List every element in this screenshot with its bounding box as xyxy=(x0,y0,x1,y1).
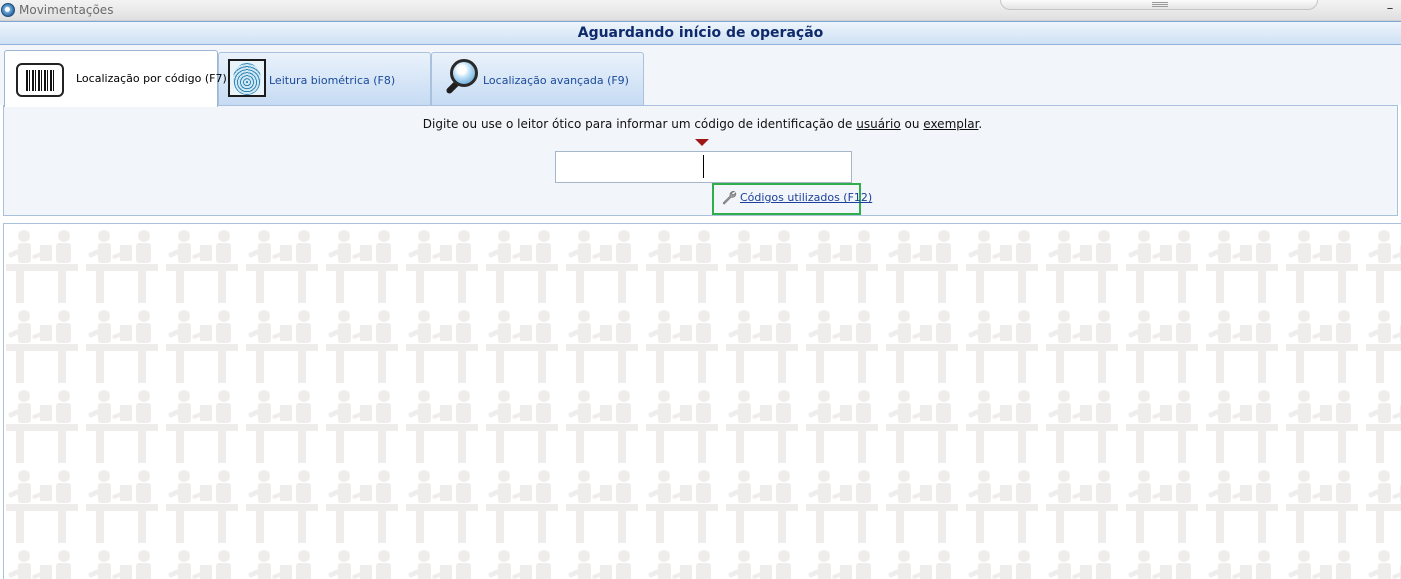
grip-icon xyxy=(1152,2,1168,7)
tab-label: Localização por código (F7) xyxy=(76,72,227,85)
instruction-end: . xyxy=(978,117,983,131)
used-codes-link[interactable]: Códigos utilizados (F12) xyxy=(740,191,872,204)
tab-label: Leitura biométrica (F8) xyxy=(269,74,396,87)
status-header: Aguardando início de operação xyxy=(0,21,1401,45)
window-title: Movimentações xyxy=(19,3,114,17)
operation-area xyxy=(3,223,1401,579)
caret-down-icon xyxy=(695,139,709,146)
barcode-icon xyxy=(16,63,64,97)
tab-code-location[interactable]: Localização por código (F7) xyxy=(4,50,227,107)
text-cursor xyxy=(703,155,704,178)
instruction-text: Digite ou use o leitor ótico para inform… xyxy=(0,117,1401,131)
instruction-prefix: Digite ou use o leitor ótico para inform… xyxy=(422,117,853,131)
minimize-button[interactable]: – xyxy=(1384,2,1396,18)
instruction-user-word: usuário xyxy=(856,117,901,131)
window-title-bar: Movimentações – xyxy=(0,0,1401,21)
librarian-pattern-icon xyxy=(4,224,1401,579)
tab-advanced-location[interactable]: Localização avançada (F9) xyxy=(431,52,644,105)
instruction-copy-word: exemplar xyxy=(923,117,979,131)
instruction-or-word: ou xyxy=(904,117,920,131)
app-logo-icon xyxy=(1,3,15,17)
fingerprint-icon xyxy=(228,59,266,97)
magnifier-icon xyxy=(442,57,484,101)
wrench-icon xyxy=(722,191,737,205)
tab-label: Localização avançada (F9) xyxy=(483,74,629,87)
used-codes-link-box[interactable]: Códigos utilizados (F12) xyxy=(712,183,872,215)
tab-biometric-reading[interactable]: Leitura biométrica (F8) xyxy=(218,52,431,105)
